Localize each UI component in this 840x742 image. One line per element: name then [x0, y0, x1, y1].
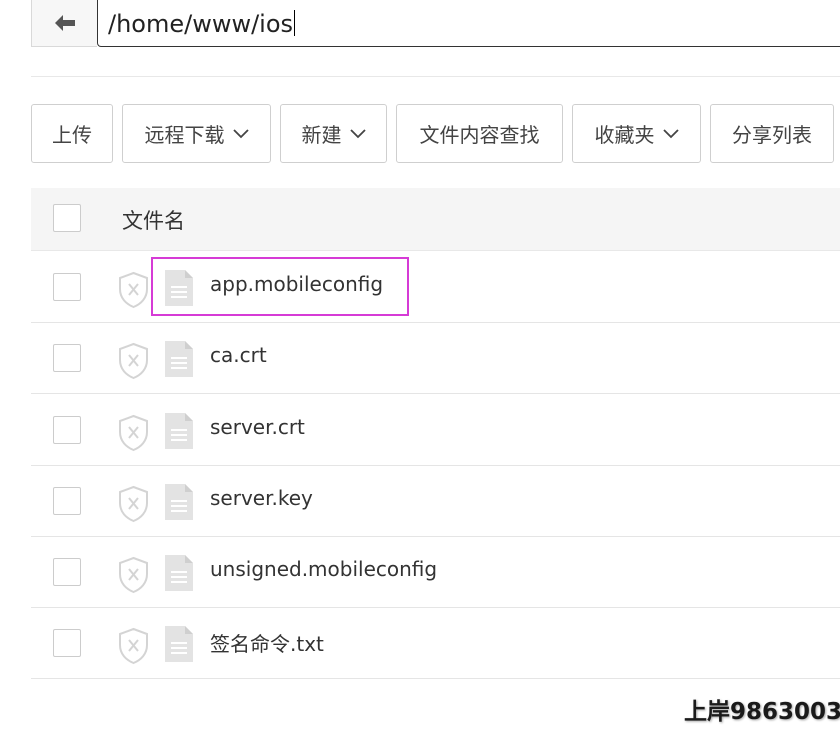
shield-x-icon[interactable] — [117, 627, 150, 665]
chevron-down-icon — [662, 128, 679, 138]
shield-x-icon[interactable] — [117, 271, 150, 309]
file-name[interactable]: server.key — [210, 486, 313, 510]
table-row[interactable]: unsigned.mobileconfig — [31, 537, 840, 608]
upload-button-label: 上传 — [52, 123, 92, 147]
table-row[interactable]: 签名命令.txt — [31, 608, 840, 679]
path-text: /home/www/ios — [108, 10, 294, 38]
row-checkbox[interactable] — [53, 558, 81, 586]
new-button[interactable]: 新建 — [280, 104, 387, 163]
chevron-down-icon — [232, 128, 249, 138]
divider — [31, 76, 840, 77]
row-checkbox[interactable] — [53, 416, 81, 444]
remote-download-button-label: 远程下载 — [144, 123, 225, 147]
column-header-filename[interactable]: 文件名 — [122, 205, 185, 235]
text-caret — [294, 10, 296, 36]
favorites-button[interactable]: 收藏夹 — [572, 104, 701, 163]
shield-x-icon[interactable] — [117, 342, 150, 380]
upload-button[interactable]: 上传 — [31, 104, 113, 163]
file-name[interactable]: ca.crt — [210, 343, 267, 367]
file-name[interactable]: server.crt — [210, 415, 305, 439]
row-checkbox[interactable] — [53, 487, 81, 515]
remote-download-button[interactable]: 远程下载 — [122, 104, 271, 163]
file-icon — [165, 484, 193, 520]
arrow-left-icon — [54, 15, 75, 31]
share-list-button[interactable]: 分享列表 — [710, 104, 834, 163]
favorites-button-label: 收藏夹 — [594, 123, 655, 147]
table-row[interactable]: ca.crt — [31, 323, 840, 394]
shield-x-icon[interactable] — [117, 556, 150, 594]
file-name[interactable]: unsigned.mobileconfig — [210, 557, 437, 581]
table-row[interactable]: server.crt — [31, 395, 840, 466]
new-button-label: 新建 — [301, 123, 342, 147]
row-checkbox[interactable] — [53, 273, 81, 301]
table-header: 文件名 — [31, 188, 840, 251]
shield-x-icon[interactable] — [117, 485, 150, 523]
watermark-text: 上岸9863003 — [684, 699, 840, 725]
share-list-button-label: 分享列表 — [732, 123, 812, 147]
back-button[interactable] — [31, 0, 97, 47]
highlight-box — [151, 257, 409, 316]
file-name[interactable]: 签名命令.txt — [210, 628, 324, 657]
chevron-down-icon — [349, 128, 366, 138]
toolbar: 上传 远程下载 新建 文件内容查找 收藏夹 分享列表 — [31, 104, 834, 163]
row-checkbox[interactable] — [53, 629, 81, 657]
file-icon — [165, 341, 193, 377]
file-icon — [165, 413, 193, 449]
file-icon — [165, 555, 193, 591]
select-all-checkbox[interactable] — [53, 204, 81, 232]
file-manager: /home/www/ios 上传 远程下载 新建 文件内容查找 收藏夹 分享列表… — [0, 0, 840, 742]
row-checkbox[interactable] — [53, 344, 81, 372]
content-search-button-label: 文件内容查找 — [419, 123, 540, 147]
shield-x-icon[interactable] — [117, 414, 150, 452]
path-input[interactable]: /home/www/ios — [97, 0, 840, 47]
content-search-button[interactable]: 文件内容查找 — [396, 104, 563, 163]
table-row[interactable]: server.key — [31, 466, 840, 537]
file-icon — [165, 626, 193, 662]
